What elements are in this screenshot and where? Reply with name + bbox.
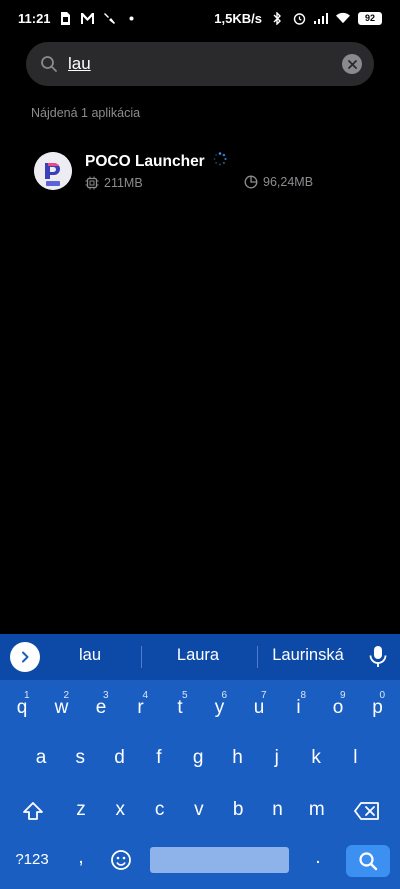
- key-b[interactable]: b: [226, 800, 250, 819]
- key-hint: 8: [300, 690, 307, 701]
- key-hint: 2: [63, 690, 70, 701]
- key-y[interactable]: y: [208, 698, 232, 717]
- dot-icon: [125, 11, 139, 25]
- emoji-icon: [111, 850, 131, 870]
- suggestion-3[interactable]: Laurinská: [262, 646, 354, 665]
- status-time: 11:21: [18, 10, 51, 26]
- key-f[interactable]: f: [147, 748, 171, 767]
- suggestion-divider: [257, 646, 258, 668]
- search-bar[interactable]: [26, 42, 374, 86]
- clear-search-button[interactable]: [342, 54, 362, 74]
- app-name: POCO Launcher: [85, 152, 205, 170]
- key-s[interactable]: s: [68, 748, 92, 767]
- shift-key[interactable]: [18, 796, 48, 826]
- key-m[interactable]: m: [305, 800, 329, 819]
- loading-spinner-icon: [213, 152, 227, 171]
- key-hint: 1: [24, 690, 30, 701]
- app-cache-value: 96,24MB: [263, 175, 314, 189]
- battery-indicator: 92: [358, 11, 382, 25]
- app-cache: 96,24MB: [244, 175, 313, 189]
- keyboard: lau Laura Laurinská q1 w2 e3 r4 t5 y6 u7 i8 o9 p0…: [0, 634, 400, 889]
- key-j[interactable]: j: [265, 748, 289, 767]
- key-o[interactable]: o: [326, 698, 350, 717]
- period-key[interactable]: .: [312, 848, 324, 867]
- key-v[interactable]: v: [187, 800, 211, 819]
- app-list-item[interactable]: POCO Launcher 211MB 96,24MB: [26, 146, 374, 196]
- key-hint: 7: [261, 690, 267, 701]
- signal-icon: [314, 11, 328, 25]
- close-icon: [347, 59, 357, 69]
- wifi-icon: [336, 11, 350, 25]
- key-l[interactable]: l: [343, 748, 367, 767]
- search-icon: [40, 55, 58, 73]
- emoji-key[interactable]: [108, 847, 134, 873]
- alarm-icon: [292, 11, 306, 25]
- sim-icon: [59, 11, 73, 25]
- search-icon: [359, 852, 378, 871]
- bluetooth-icon: [270, 11, 284, 25]
- suggestion-1[interactable]: lau: [64, 646, 116, 665]
- backspace-icon: [354, 802, 379, 820]
- chip-icon: [85, 176, 99, 190]
- shift-icon: [23, 802, 43, 820]
- status-bar: 11:21 1,5KB/s 92: [0, 0, 400, 36]
- suggestion-divider: [141, 646, 142, 668]
- key-hint: 0: [379, 690, 386, 701]
- pie-chart-icon: [244, 175, 258, 189]
- key-u[interactable]: u: [247, 698, 271, 717]
- key-z[interactable]: z: [69, 800, 93, 819]
- key-hint: 5: [182, 690, 188, 701]
- key-a[interactable]: a: [29, 748, 53, 767]
- comma-key[interactable]: ,: [74, 848, 88, 867]
- poco-launcher-app-icon: [34, 152, 72, 190]
- key-g[interactable]: g: [186, 748, 210, 767]
- key-p[interactable]: p: [366, 698, 390, 717]
- key-e[interactable]: e: [89, 698, 113, 717]
- suggestion-2[interactable]: Laura: [162, 646, 234, 665]
- key-q[interactable]: q: [10, 698, 34, 717]
- key-d[interactable]: d: [108, 748, 132, 767]
- mail-icon: [81, 11, 95, 25]
- app-size-value: 211MB: [104, 176, 143, 190]
- search-input[interactable]: [68, 54, 342, 74]
- chevron-right-icon: [22, 651, 29, 663]
- space-bar[interactable]: [150, 847, 289, 873]
- app-size: 211MB: [85, 176, 143, 190]
- key-hint: 3: [103, 690, 109, 701]
- search-key[interactable]: [346, 845, 390, 877]
- suggestion-bar: lau Laura Laurinská: [0, 634, 400, 680]
- key-k[interactable]: k: [304, 748, 328, 767]
- network-speed: 1,5KB/s: [214, 10, 262, 26]
- key-x[interactable]: x: [108, 800, 132, 819]
- key-hint: 6: [221, 690, 228, 701]
- microphone-icon[interactable]: [368, 645, 388, 669]
- tools-icon: [103, 11, 117, 25]
- key-hint: 4: [142, 690, 149, 701]
- key-n[interactable]: n: [266, 800, 290, 819]
- key-h[interactable]: h: [226, 748, 250, 767]
- symbols-key[interactable]: ?123: [14, 852, 50, 867]
- backspace-key[interactable]: [350, 796, 384, 826]
- key-c[interactable]: c: [148, 800, 172, 819]
- keyboard-menu-button[interactable]: [10, 642, 40, 672]
- key-hint: 9: [340, 690, 346, 701]
- key-i[interactable]: i: [287, 698, 311, 717]
- key-t[interactable]: t: [168, 698, 192, 717]
- key-w[interactable]: w: [50, 698, 74, 717]
- key-r[interactable]: r: [129, 698, 153, 717]
- result-count: Nájdená 1 aplikácia: [31, 106, 141, 120]
